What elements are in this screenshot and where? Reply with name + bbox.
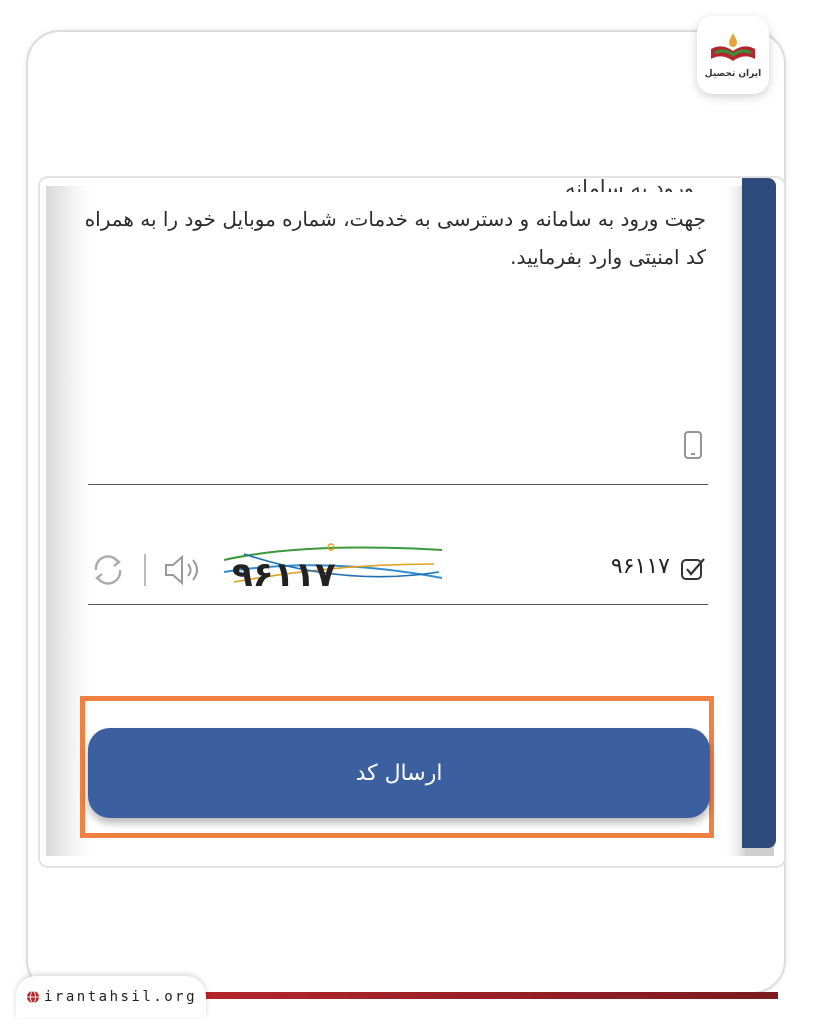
globe-icon — [27, 990, 39, 1004]
refresh-icon[interactable] — [88, 550, 128, 590]
phone-input[interactable] — [88, 406, 672, 486]
website-tab: irantahsil.org — [16, 976, 206, 1018]
intro-text: جهت ورود به سامانه و دسترسی به خدمات، شم… — [84, 207, 706, 269]
website-url[interactable]: irantahsil.org — [44, 989, 197, 1005]
footer-line — [190, 992, 778, 999]
side-strip — [742, 178, 776, 848]
captcha-row: ۹۶۱۱۷ ۹۶۱۱۷ — [88, 532, 708, 605]
send-code-button[interactable]: ارسال کد — [88, 728, 710, 818]
login-screen: ورود به سامانه جهت ورود به سامانه و دستر… — [38, 176, 786, 868]
brand-logo: ایران تحصیل — [697, 16, 769, 94]
intro-heading-clipped: ورود به سامانه — [565, 176, 694, 192]
captcha-digits: ۹۶۱۱۷ — [232, 555, 336, 592]
phone-field[interactable] — [88, 406, 708, 486]
divider — [144, 554, 146, 586]
login-panel: ورود به سامانه جهت ورود به سامانه و دستر… — [46, 178, 774, 856]
checkbox-check-icon — [681, 558, 705, 580]
speaker-icon[interactable] — [162, 552, 206, 588]
mobile-phone-icon — [684, 431, 702, 459]
captcha-image: ۹۶۱۱۷ — [224, 543, 443, 592]
logo-text: ایران تحصیل — [704, 69, 762, 79]
book-logo-icon — [711, 33, 755, 61]
captcha-input[interactable]: ۹۶۱۱۷ — [611, 554, 670, 579]
